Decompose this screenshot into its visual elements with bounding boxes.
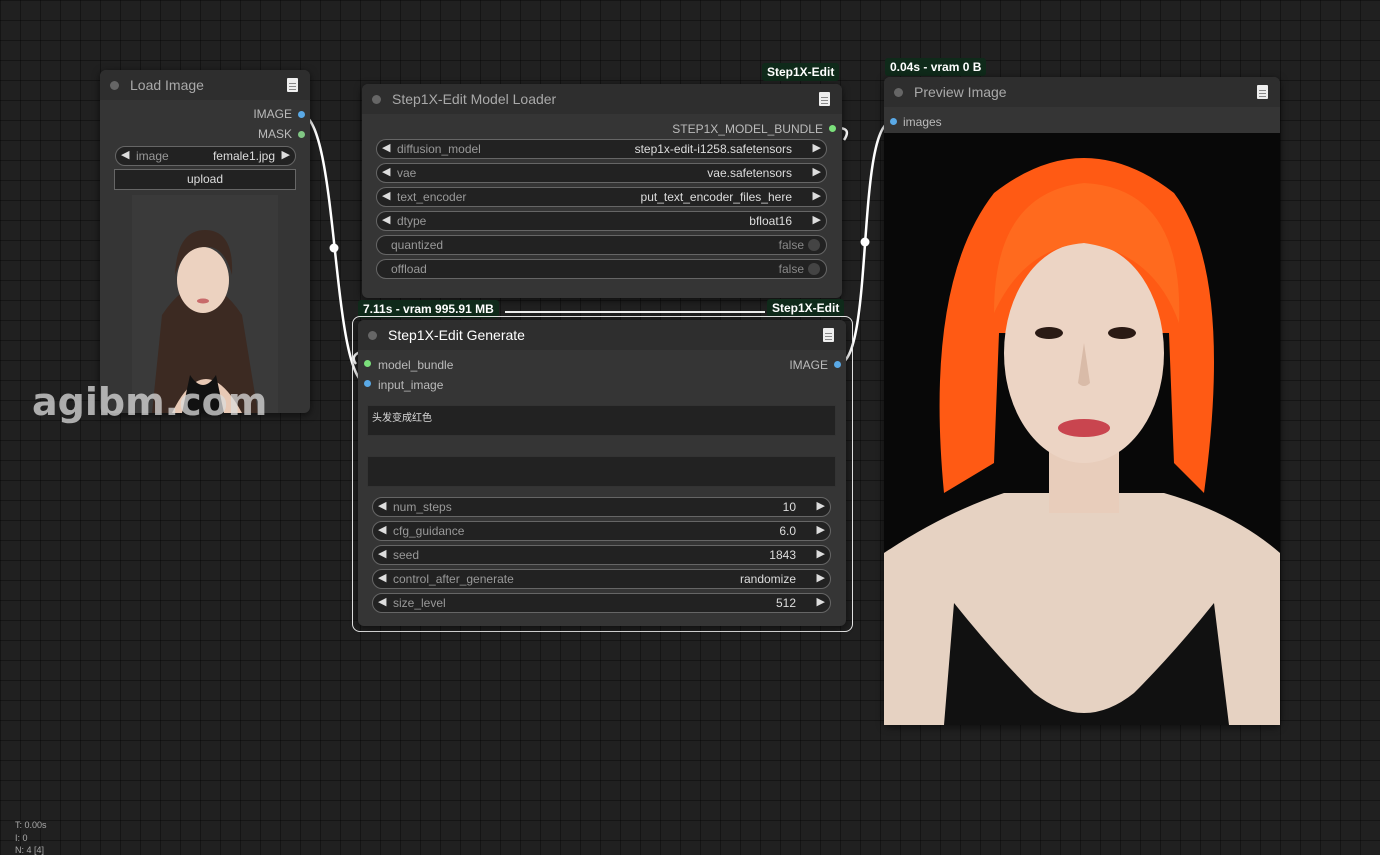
input-images-slot[interactable] [890, 118, 897, 125]
watermark: agibm.com [32, 380, 268, 424]
left-arrow-icon[interactable]: ◀ [382, 189, 390, 202]
load-image-node[interactable]: Load Image IMAGE MASK ◀ image female1.jp… [100, 70, 310, 413]
image-combo-widget[interactable]: ◀ image female1.jpg ▶ [115, 146, 296, 166]
cfg-guidance-widget[interactable]: ◀ cfg_guidance 6.0 ▶ [372, 521, 831, 541]
document-icon[interactable] [819, 92, 830, 106]
dtype-widget[interactable]: ◀ dtype bfloat16 ▶ [376, 211, 827, 231]
node-title: Step1X-Edit Model Loader [392, 91, 557, 107]
right-arrow-icon[interactable]: ▶ [817, 571, 825, 584]
output-mask-label: MASK [257, 127, 292, 141]
stats-items: I: 0 [15, 833, 28, 843]
output-bundle-slot[interactable] [829, 125, 836, 132]
output-image-slot[interactable] [834, 361, 841, 368]
output-bundle-label: STEP1X_MODEL_BUNDLE [672, 122, 823, 136]
preview-image-node[interactable]: Preview Image images [884, 77, 1280, 725]
generate-title-bar[interactable]: Step1X-Edit Generate [358, 320, 846, 350]
node-title: Load Image [130, 77, 204, 93]
collapse-dot-icon[interactable] [372, 95, 381, 104]
right-arrow-icon[interactable]: ▶ [817, 499, 825, 512]
output-image-slot[interactable] [298, 111, 305, 118]
toggle-knob-icon[interactable] [808, 239, 820, 251]
document-icon[interactable] [1257, 85, 1268, 99]
right-arrow-icon[interactable]: ▶ [813, 141, 821, 154]
input-model-bundle-label: model_bundle [378, 358, 454, 372]
preview-title-bar[interactable]: Preview Image [884, 77, 1280, 107]
input-image-label: input_image [378, 378, 444, 392]
left-arrow-icon[interactable]: ◀ [382, 213, 390, 226]
prompt-textarea[interactable]: 头发变成红色 [367, 405, 836, 436]
diffusion-model-widget[interactable]: ◀ diffusion_model step1x-edit-i1258.safe… [376, 139, 827, 159]
model-loader-node[interactable]: Step1X-Edit Model Loader STEP1X_MODEL_BU… [362, 84, 842, 298]
output-mask-slot[interactable] [298, 131, 305, 138]
progress-line [505, 311, 765, 313]
right-arrow-icon[interactable]: ▶ [817, 595, 825, 608]
document-icon[interactable] [823, 328, 834, 342]
left-arrow-icon[interactable]: ◀ [121, 148, 129, 161]
input-images-label: images [903, 115, 942, 129]
right-arrow-icon[interactable]: ▶ [813, 213, 821, 226]
node-title: Preview Image [914, 84, 1007, 100]
left-arrow-icon[interactable]: ◀ [378, 571, 386, 584]
stats-time: T: 0.00s [15, 820, 47, 830]
seed-widget[interactable]: ◀ seed 1843 ▶ [372, 545, 831, 565]
collapse-dot-icon[interactable] [368, 331, 377, 340]
output-image-label: IMAGE [253, 107, 292, 121]
input-image-slot[interactable] [364, 380, 371, 387]
toggle-knob-icon[interactable] [808, 263, 820, 275]
preview-timing-badge: 0.04s - vram 0 B [885, 58, 987, 76]
offload-toggle[interactable]: offload false [376, 259, 827, 279]
load-image-title-bar[interactable]: Load Image [100, 70, 310, 100]
generate-badge: Step1X-Edit [767, 299, 845, 317]
input-model-bundle-slot[interactable] [364, 360, 371, 367]
left-arrow-icon[interactable]: ◀ [378, 523, 386, 536]
generate-node[interactable]: Step1X-Edit Generate model_bundle input_… [358, 320, 846, 626]
output-image-label: IMAGE [789, 358, 828, 372]
node-title: Step1X-Edit Generate [388, 327, 525, 343]
model-loader-title-bar[interactable]: Step1X-Edit Model Loader [362, 84, 842, 114]
collapse-dot-icon[interactable] [110, 81, 119, 90]
text-encoder-widget[interactable]: ◀ text_encoder put_text_encoder_files_he… [376, 187, 827, 207]
document-icon[interactable] [287, 78, 298, 92]
left-arrow-icon[interactable]: ◀ [382, 141, 390, 154]
size-level-widget[interactable]: ◀ size_level 512 ▶ [372, 593, 831, 613]
quantized-toggle[interactable]: quantized false [376, 235, 827, 255]
control-after-generate-widget[interactable]: ◀ control_after_generate randomize ▶ [372, 569, 831, 589]
model-loader-badge: Step1X-Edit [762, 63, 840, 81]
right-arrow-icon[interactable]: ▶ [813, 165, 821, 178]
output-image-preview [884, 133, 1280, 725]
right-arrow-icon[interactable]: ▶ [282, 148, 290, 161]
negative-prompt-textarea[interactable] [367, 456, 836, 487]
right-arrow-icon[interactable]: ▶ [813, 189, 821, 202]
left-arrow-icon[interactable]: ◀ [378, 595, 386, 608]
vae-widget[interactable]: ◀ vae vae.safetensors ▶ [376, 163, 827, 183]
num-steps-widget[interactable]: ◀ num_steps 10 ▶ [372, 497, 831, 517]
left-arrow-icon[interactable]: ◀ [378, 547, 386, 560]
stats-nodes: N: 4 [4] [15, 845, 45, 855]
left-arrow-icon[interactable]: ◀ [382, 165, 390, 178]
right-arrow-icon[interactable]: ▶ [817, 523, 825, 536]
collapse-dot-icon[interactable] [894, 88, 903, 97]
right-arrow-icon[interactable]: ▶ [817, 547, 825, 560]
upload-button[interactable]: upload [114, 169, 296, 190]
left-arrow-icon[interactable]: ◀ [378, 499, 386, 512]
